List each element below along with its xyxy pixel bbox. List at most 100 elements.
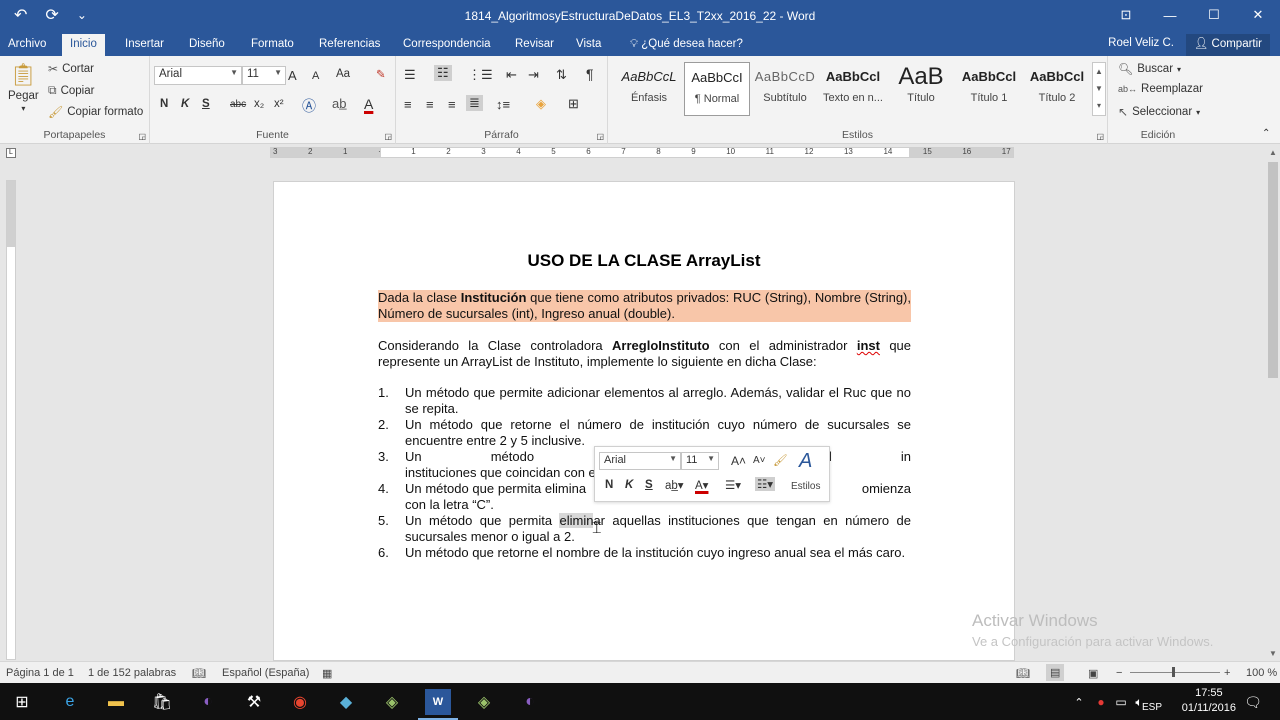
zoom-in-button[interactable]: + bbox=[1224, 667, 1230, 679]
shrink-font-icon[interactable]: A˅ bbox=[753, 455, 766, 466]
dialog-launcher-icon[interactable]: ◲ bbox=[138, 132, 146, 141]
minimize-icon[interactable]: — bbox=[1148, 0, 1192, 30]
store-icon[interactable]: 🛍︎ bbox=[149, 689, 175, 715]
file-explorer-icon[interactable]: ▬ bbox=[103, 689, 129, 715]
styles-gallery-scroll[interactable]: ▲ ▼ ▾ bbox=[1092, 62, 1106, 116]
tab-view[interactable]: Vista bbox=[568, 34, 609, 56]
highlight-color-icon[interactable]: ab̲▾ bbox=[665, 478, 684, 492]
grow-font-icon[interactable]: A˄ bbox=[731, 454, 746, 468]
tab-selector-icon[interactable]: L bbox=[6, 148, 16, 158]
tab-format[interactable]: Formato bbox=[243, 34, 302, 56]
tab-home[interactable]: Inicio bbox=[62, 34, 105, 56]
mini-italic-button[interactable]: K bbox=[625, 479, 633, 491]
zoom-slider-thumb[interactable] bbox=[1172, 667, 1175, 677]
app2-icon[interactable]: ◈ bbox=[379, 689, 405, 715]
multilevel-list-icon[interactable]: ⋮☰ bbox=[468, 67, 493, 83]
chrome-icon[interactable]: ◉ bbox=[287, 689, 313, 715]
change-case-button[interactable]: Aa bbox=[336, 68, 350, 80]
font-color-icon[interactable]: A▾ bbox=[695, 478, 708, 492]
numbering-icon[interactable]: ☷▾ bbox=[755, 477, 776, 491]
read-mode-icon[interactable]: 📖︎ bbox=[1016, 667, 1030, 680]
word-icon[interactable]: W bbox=[425, 689, 451, 715]
font-name-combo[interactable]: Arial ▼ bbox=[154, 66, 242, 85]
style-heading2[interactable]: AaBbCcl Título 2 bbox=[1024, 62, 1090, 116]
font-color-icon[interactable]: A bbox=[364, 96, 373, 112]
tab-insert[interactable]: Insertar bbox=[117, 34, 172, 56]
numbering-icon[interactable]: ☷ bbox=[434, 65, 452, 81]
bold-button[interactable]: N bbox=[160, 98, 168, 110]
zoom-slider[interactable] bbox=[1130, 672, 1220, 673]
horizontal-ruler[interactable]: 3 2 1 · 1 2 3 4 5 6 7 8 9 10 11 12 13 14 15 16 17 bbox=[270, 147, 1014, 158]
text-effects-icon[interactable]: Ⓐ bbox=[302, 96, 316, 116]
increase-indent-icon[interactable]: ⇥ bbox=[528, 67, 539, 83]
proofing-icon[interactable]: 📖︎ bbox=[192, 667, 206, 680]
close-icon[interactable]: ✕ bbox=[1236, 0, 1280, 30]
macro-icon[interactable]: ▦ bbox=[322, 667, 332, 680]
paste-button[interactable]: 📋︎ Pegar ▾ bbox=[8, 62, 39, 113]
select-button[interactable]: ↖ Seleccionar ▾ bbox=[1118, 105, 1200, 119]
scroll-up-icon[interactable]: ▲ bbox=[1266, 148, 1280, 157]
style-normal[interactable]: AaBbCcI ¶ Normal bbox=[684, 62, 750, 116]
italic-button[interactable]: K bbox=[181, 98, 189, 110]
style-title[interactable]: AaB Título bbox=[888, 62, 954, 116]
page-count[interactable]: Página 1 de 1 bbox=[6, 667, 74, 679]
tools-icon[interactable]: ⚒ bbox=[241, 689, 267, 715]
windows-start-icon[interactable]: ⊞ bbox=[9, 689, 35, 715]
decrease-indent-icon[interactable]: ⇤ bbox=[506, 67, 517, 83]
print-layout-icon[interactable]: ▤ bbox=[1046, 664, 1065, 681]
clear-formatting-icon[interactable]: ✎ bbox=[376, 67, 386, 81]
align-left-icon[interactable]: ≡ bbox=[404, 97, 412, 112]
mini-font-size-combo[interactable]: 11 ▼ bbox=[681, 452, 719, 470]
user-name[interactable]: Roel Veliz C. bbox=[1108, 37, 1174, 49]
pilcrow-icon[interactable]: ¶ bbox=[586, 66, 594, 82]
align-center-icon[interactable]: ≡ bbox=[426, 97, 434, 112]
app3-icon[interactable]: ◈ bbox=[471, 689, 497, 715]
justify-icon[interactable]: ≣ bbox=[466, 95, 483, 111]
underline-button[interactable]: S bbox=[202, 98, 210, 110]
paintbrush-icon[interactable]: 🖌︎ bbox=[773, 453, 788, 467]
format-painter-button[interactable]: 🖌︎ Copiar formato bbox=[48, 105, 143, 119]
app-icon[interactable]: ◆ bbox=[333, 689, 359, 715]
clock[interactable]: 17:55 01/11/2016 bbox=[1182, 686, 1236, 716]
style-strong[interactable]: AaBbCcl Texto en n... bbox=[820, 62, 886, 116]
superscript-button[interactable]: x² bbox=[274, 98, 284, 110]
zoom-level[interactable]: 100 % bbox=[1246, 667, 1277, 679]
notifications-icon[interactable]: 🗨︎ bbox=[1240, 689, 1266, 715]
shading-icon[interactable]: ◈ bbox=[536, 96, 546, 112]
tab-references[interactable]: Referencias bbox=[311, 34, 388, 56]
tab-mailings[interactable]: Correspondencia bbox=[395, 34, 499, 56]
style-heading1[interactable]: AaBbCcl Título 1 bbox=[956, 62, 1022, 116]
styles-label[interactable]: Estilos bbox=[791, 481, 820, 492]
dialog-launcher-icon[interactable]: ◲ bbox=[384, 132, 392, 141]
tab-review[interactable]: Revisar bbox=[507, 34, 562, 56]
cut-button[interactable]: ✂ Cortar bbox=[48, 62, 94, 76]
maximize-icon[interactable]: ☐ bbox=[1192, 0, 1236, 30]
dialog-launcher-icon[interactable]: ◲ bbox=[1096, 132, 1104, 141]
copy-button[interactable]: ⧉ Copiar bbox=[48, 83, 94, 98]
input-language[interactable]: ESP bbox=[1142, 694, 1162, 720]
line-spacing-icon[interactable]: ↕≡ bbox=[496, 97, 510, 112]
highlight-color-icon[interactable]: ab̲ bbox=[332, 96, 346, 111]
edge-icon[interactable]: e bbox=[57, 689, 83, 715]
tell-me-search[interactable]: 💡︎ ¿Qué desea hacer? bbox=[622, 34, 751, 56]
mini-bold-button[interactable]: N bbox=[605, 479, 613, 491]
vertical-scrollbar[interactable]: ▲ ▼ bbox=[1266, 146, 1280, 660]
scroll-thumb[interactable] bbox=[1268, 162, 1278, 378]
style-emphasis[interactable]: AaBbCcL Énfasis bbox=[616, 62, 682, 116]
zoom-out-button[interactable]: − bbox=[1116, 667, 1122, 679]
styles-icon[interactable]: A bbox=[799, 450, 812, 473]
sort-icon[interactable]: ⇅ bbox=[556, 67, 567, 83]
word-count[interactable]: 1 de 152 palabras bbox=[88, 667, 176, 679]
style-subtitle[interactable]: AaBbCcD Subtítulo bbox=[752, 62, 818, 116]
web-layout-icon[interactable]: ▣ bbox=[1088, 667, 1098, 680]
align-right-icon[interactable]: ≡ bbox=[448, 97, 456, 112]
dialog-launcher-icon[interactable]: ◲ bbox=[596, 132, 604, 141]
strikethrough-button[interactable]: abc bbox=[230, 99, 246, 110]
eclipse2-icon[interactable]: ◐ bbox=[517, 689, 543, 715]
find-button[interactable]: 🔍︎ Buscar ▾ bbox=[1118, 62, 1181, 76]
tab-design[interactable]: Diseño bbox=[181, 34, 233, 56]
mini-font-name-combo[interactable]: Arial ▼ bbox=[599, 452, 681, 470]
eclipse-icon[interactable]: ◐ bbox=[195, 689, 221, 715]
grow-font-button[interactable]: A bbox=[288, 68, 297, 83]
document-page[interactable]: USO DE LA CLASE ArrayList Dada la clase … bbox=[273, 181, 1015, 661]
